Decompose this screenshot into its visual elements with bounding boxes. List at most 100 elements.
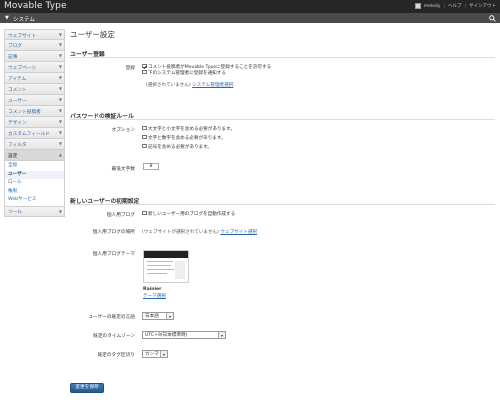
sidebar-item-label: アイテム xyxy=(8,76,27,82)
sidebar-item-label: ウェブサイト xyxy=(8,33,37,39)
theme-preview-line xyxy=(147,265,171,267)
chevron-down-icon[interactable]: ▼ xyxy=(59,209,62,214)
sidebar-item-tools[interactable]: ツール ▼ xyxy=(4,205,65,217)
chevron-down-icon[interactable]: ▼ xyxy=(59,53,62,58)
timezone-select-value: UTC+9(日本標準時) xyxy=(145,333,188,338)
language-select-value: 日本語 xyxy=(145,314,159,319)
app-logo-title[interactable]: Movable Type xyxy=(4,1,67,11)
password-alnum-text: 文字と数字を含める必要があります。 xyxy=(148,136,226,141)
admin-not-selected-text: (選択されていません) xyxy=(146,83,191,88)
password-symbol-text: 記号を含める必要があります。 xyxy=(148,145,212,150)
sidebar-item-label: 記事 xyxy=(8,54,18,60)
theme-name: Rainier xyxy=(143,287,162,292)
admin-selection: (選択されていません) システム管理者選択 xyxy=(146,82,233,88)
scope-bar: ▼ システム xyxy=(0,13,500,23)
section-divider xyxy=(70,57,495,58)
sidebar-item-design[interactable]: デザイン ▼ xyxy=(4,117,65,128)
sidebar-item-comments[interactable]: コメント ▼ xyxy=(4,84,65,95)
personal-blog-option[interactable]: 新しいユーザー用のブログを自動作成する xyxy=(142,210,236,217)
sidebar-item-label: コメント xyxy=(8,87,27,93)
sidebar-item-assets[interactable]: アイテム ▼ xyxy=(4,73,65,84)
tag-delimiter-label: 既定のタグ区切り xyxy=(97,353,135,358)
blog-location-label: 個人用ブログの場所 xyxy=(92,230,135,235)
select-admin-link[interactable]: システム管理者選択 xyxy=(192,83,233,88)
sidebar-item-label: フィルタ xyxy=(8,142,27,148)
theme-preview-line xyxy=(147,273,167,275)
min-length-field-wrapper: 8 xyxy=(143,163,159,170)
page-title: ユーザー設定 xyxy=(70,30,115,39)
sidebar-item-settings[interactable]: 設定 ▲ xyxy=(4,150,65,161)
personal-blog-text: 新しいユーザー用のブログを自動作成する xyxy=(148,212,236,217)
language-select-wrapper: 日本語 ▾ xyxy=(142,312,174,320)
sidebar-item-pages[interactable]: ウェブページ ▼ xyxy=(4,62,65,73)
sidebar-item-label: カスタムフィールド xyxy=(8,131,50,137)
sidebar-item-custom-fields[interactable]: カスタムフィールド ▼ xyxy=(4,128,65,139)
section-divider xyxy=(70,204,495,205)
submenu-item-general[interactable]: 全般 xyxy=(5,162,64,171)
theme-preview-line xyxy=(147,261,173,263)
scope-label[interactable]: システム xyxy=(13,15,35,23)
chevron-down-icon[interactable]: ▾ xyxy=(218,332,225,338)
user-avatar-icon[interactable] xyxy=(414,3,421,9)
chevron-down-icon[interactable]: ▼ xyxy=(59,32,62,37)
password-symbol-checkbox[interactable] xyxy=(142,143,147,149)
logout-link[interactable]: サインアウト xyxy=(469,3,496,9)
notify-admin-checkbox[interactable] xyxy=(142,69,147,75)
scope-dropdown-icon[interactable]: ▼ xyxy=(5,15,9,21)
theme-preview-sidebar xyxy=(175,261,185,279)
chevron-down-icon[interactable]: ▾ xyxy=(166,313,173,319)
allow-registration-checkbox[interactable] xyxy=(142,63,147,69)
min-length-input[interactable]: 8 xyxy=(143,163,159,170)
chevron-up-icon[interactable]: ▲ xyxy=(59,152,62,157)
sidebar-item-commenters[interactable]: コメント投稿者 ▼ xyxy=(4,106,65,117)
top-header: Movable Type melody | ヘルプ | サインアウト xyxy=(0,0,500,13)
sidebar-item-label: ブログ xyxy=(8,43,23,49)
submenu-item-permissions[interactable]: 権限 xyxy=(5,188,64,197)
language-select[interactable]: 日本語 ▾ xyxy=(142,312,174,320)
sidebar-item-label: デザイン xyxy=(8,120,27,126)
sidebar-item-websites[interactable]: ウェブサイト ▼ xyxy=(4,29,65,40)
sidebar-item-entries[interactable]: 記事 ▼ xyxy=(4,51,65,62)
chevron-down-icon[interactable]: ▼ xyxy=(59,119,62,124)
tag-delimiter-select[interactable]: カンマ ▾ xyxy=(142,350,168,358)
password-option-symbol[interactable]: 記号を含める必要があります。 xyxy=(142,143,212,150)
user-menu: melody | ヘルプ | サインアウト xyxy=(414,3,496,9)
password-alnum-checkbox[interactable] xyxy=(142,134,147,140)
sidebar-item-blogs[interactable]: ブログ ▼ xyxy=(4,40,65,51)
header-separator: | xyxy=(443,3,445,9)
notify-admin-option[interactable]: 下のシステム管理者に登録を通知する xyxy=(142,69,226,76)
chevron-down-icon[interactable]: ▼ xyxy=(59,42,62,47)
select-theme-link[interactable]: テーマ選択 xyxy=(143,293,166,299)
password-options-label: オプション xyxy=(111,128,135,133)
chevron-down-icon[interactable]: ▼ xyxy=(59,141,62,146)
settings-submenu: 全般 ユーザー ロール 権限 Webサービス xyxy=(4,161,65,206)
sidebar-item-users[interactable]: ユーザー ▼ xyxy=(4,95,65,106)
help-link[interactable]: ヘルプ xyxy=(448,3,462,9)
default-language-label: ユーザーの既定の言語 xyxy=(88,315,135,320)
password-case-checkbox[interactable] xyxy=(142,125,147,131)
submenu-item-roles[interactable]: ロール xyxy=(5,179,64,188)
chevron-down-icon[interactable]: ▾ xyxy=(160,351,167,357)
chevron-down-icon[interactable]: ▼ xyxy=(59,75,62,80)
password-option-case[interactable]: 大文字と小文字を含める必要があります。 xyxy=(142,125,235,132)
sidebar-item-label: 設定 xyxy=(8,153,18,159)
chevron-down-icon[interactable]: ▼ xyxy=(59,130,62,135)
password-option-alnum[interactable]: 文字と数字を含める必要があります。 xyxy=(142,134,226,141)
chevron-down-icon[interactable]: ▼ xyxy=(59,64,62,69)
tag-delimiter-select-wrapper: カンマ ▾ xyxy=(142,350,168,358)
save-changes-button[interactable]: 変更を保存 xyxy=(70,383,104,393)
timezone-select[interactable]: UTC+9(日本標準時) ▾ xyxy=(142,331,226,339)
sidebar-item-filters[interactable]: フィルタ ▼ xyxy=(4,139,65,150)
sidebar-item-label: ツール xyxy=(8,210,23,215)
search-icon[interactable] xyxy=(488,14,496,22)
submenu-item-web-services[interactable]: Webサービス xyxy=(5,196,64,205)
sidebar-item-label: ユーザー xyxy=(8,98,27,104)
chevron-down-icon[interactable]: ▼ xyxy=(59,108,62,113)
personal-blog-checkbox[interactable] xyxy=(142,210,147,216)
chevron-down-icon[interactable]: ▼ xyxy=(59,97,62,102)
chevron-down-icon[interactable]: ▼ xyxy=(59,86,62,91)
submenu-item-users[interactable]: ユーザー xyxy=(5,170,64,179)
user-name-link[interactable]: melody xyxy=(424,4,441,9)
select-website-link[interactable]: ウェブサイト選択 xyxy=(220,230,257,235)
header-separator: | xyxy=(464,3,466,9)
